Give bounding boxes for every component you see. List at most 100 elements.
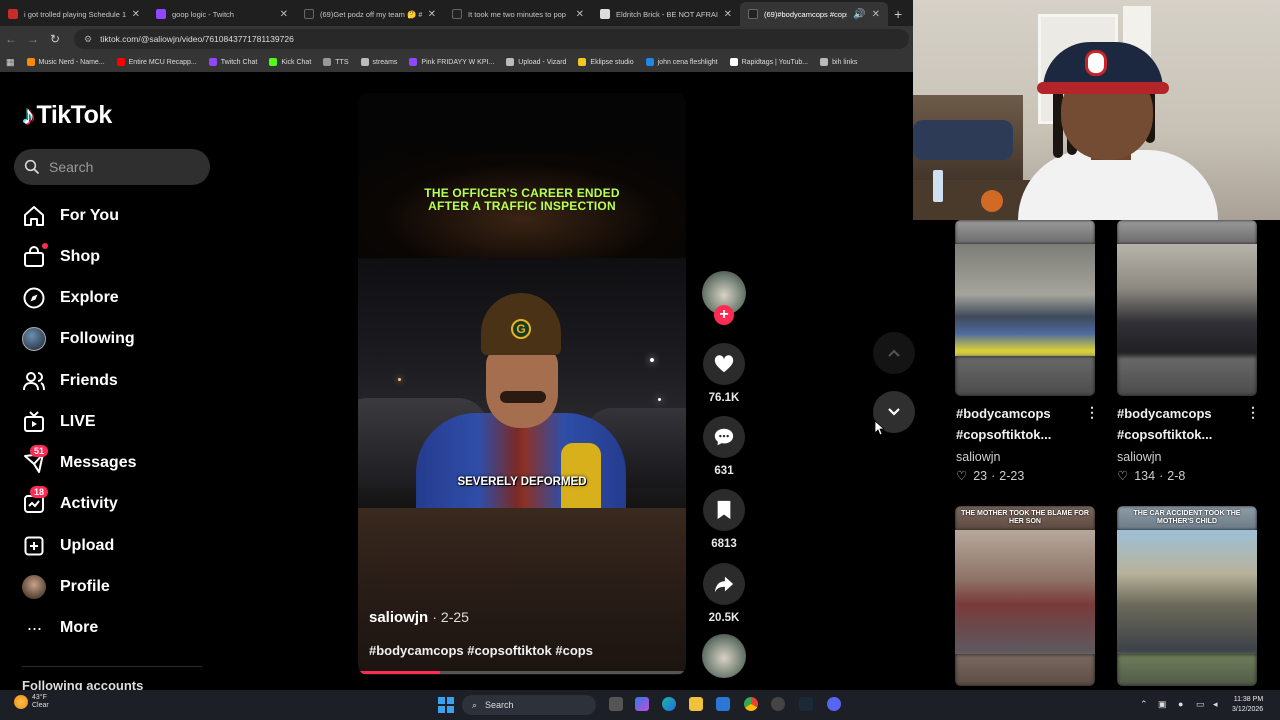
messages-badge: 51 xyxy=(30,445,49,457)
bookmark-label: Kick Chat xyxy=(281,58,312,66)
browser-tab-4[interactable]: It took me two minutes to pop ✕ xyxy=(444,2,592,26)
close-tab-icon[interactable]: ✕ xyxy=(576,9,584,20)
tab-favicon xyxy=(452,9,462,19)
bookmark[interactable]: Twitch Chat xyxy=(208,58,257,66)
more-options-icon[interactable]: ⋮ xyxy=(1085,404,1099,421)
forward-icon[interactable]: → xyxy=(22,32,44,46)
browser-tab-5[interactable]: Eldritch Brick - BE NOT AFRAID ✕ xyxy=(592,2,740,26)
recommended-video-thumbnail[interactable]: THE MOTHER TOOK THE BLAME FOR HER SON xyxy=(955,506,1095,686)
bookmark[interactable]: john cena fleshlight xyxy=(645,58,718,66)
sidebar-item-following[interactable]: Following xyxy=(22,322,212,356)
new-tab-button[interactable]: + xyxy=(888,6,908,26)
sidebar-item-more[interactable]: ··· More xyxy=(22,611,212,645)
browser-tab-1[interactable]: i got trolled playing Schedule 1 ✕ xyxy=(0,2,148,26)
thumb-caption: THE CAR ACCIDENT TOOK THE MOTHER'S CHILD xyxy=(1133,510,1241,525)
weather-sun-icon xyxy=(14,695,28,709)
bookmark[interactable]: Kick Chat xyxy=(269,58,311,66)
sidebar-item-messages[interactable]: 51 Messages xyxy=(22,445,212,480)
sidebar-item-friends[interactable]: Friends xyxy=(22,364,212,398)
task-view-icon[interactable] xyxy=(609,697,623,711)
tab-title: Eldritch Brick - BE NOT AFRAID xyxy=(616,9,718,19)
sidebar-item-explore[interactable]: Explore xyxy=(22,281,212,315)
browser-tab-active[interactable]: (69)#bodycamcops #copso 🔊 ✕ xyxy=(740,2,888,26)
share-count: 20.5K xyxy=(708,612,740,624)
close-tab-icon[interactable]: ✕ xyxy=(280,9,288,20)
browser-tab-3[interactable]: (69)Get podz off my team 🤔 #r ✕ xyxy=(296,2,444,26)
avatar xyxy=(22,575,46,599)
url-field[interactable]: ⚙ tiktok.com/@saliowjn/video/76108437717… xyxy=(74,29,909,49)
microphone-icon[interactable]: ● xyxy=(1178,699,1183,709)
browser-tab-2[interactable]: goop logic - Twitch ✕ xyxy=(148,2,296,26)
bookmark[interactable]: streams xyxy=(360,58,397,66)
volume-icon[interactable]: ◂ xyxy=(1213,699,1218,710)
bookmark-label: Music Nerd - Name... xyxy=(38,58,105,66)
share-button[interactable] xyxy=(703,563,745,605)
previous-video-button[interactable] xyxy=(873,332,915,374)
bookmark[interactable]: bih links xyxy=(820,58,857,66)
tray-chevron-icon[interactable]: ⌃ xyxy=(1140,699,1148,710)
tray-app-icon[interactable]: ▣ xyxy=(1158,699,1167,710)
bookmark[interactable]: Music Nerd - Name... xyxy=(26,58,105,66)
bookmark-icon xyxy=(717,500,731,520)
post-date: · 2-25 xyxy=(432,609,469,625)
windows-start-icon[interactable] xyxy=(438,697,454,713)
mute-tab-icon[interactable]: 🔊 xyxy=(853,9,865,20)
close-tab-icon[interactable]: ✕ xyxy=(724,9,732,20)
tiktok-logo[interactable]: ♪ TikTok xyxy=(22,100,112,131)
back-icon[interactable]: ← xyxy=(0,32,22,46)
video-hashtags[interactable]: #bodycamcops #copsoftiktok #cops xyxy=(369,643,593,658)
recommended-video-thumbnail[interactable] xyxy=(1117,220,1257,396)
recommended-video-thumbnail[interactable] xyxy=(955,220,1095,396)
apps-icon[interactable]: ▦ xyxy=(6,57,15,68)
more-options-icon[interactable]: ⋮ xyxy=(1246,404,1260,421)
like-button[interactable] xyxy=(703,343,745,385)
bookmark[interactable]: TTS xyxy=(323,58,349,66)
close-tab-icon[interactable]: ✕ xyxy=(428,9,436,20)
video-progress-bar[interactable] xyxy=(358,671,686,674)
rec-title[interactable]: #bodycamcops #copsoftiktok... xyxy=(956,403,1086,445)
file-explorer-icon[interactable] xyxy=(689,697,703,711)
author-name[interactable]: saliowjn xyxy=(369,609,428,626)
copilot-icon[interactable] xyxy=(635,697,649,711)
bookmark[interactable]: Upload - Vizard xyxy=(506,58,566,66)
bookmark[interactable]: Rapidtags | YouTub... xyxy=(729,58,808,66)
bookmark-label: bih links xyxy=(832,58,858,66)
recommended-video-thumbnail[interactable]: THE CAR ACCIDENT TOOK THE MOTHER'S CHILD xyxy=(1117,506,1257,686)
network-icon[interactable]: ▭ xyxy=(1196,699,1205,710)
close-tab-icon[interactable]: ✕ xyxy=(132,9,140,20)
weather-widget[interactable]: 43°F Clear xyxy=(14,694,49,710)
rec-author[interactable]: saliowjn xyxy=(956,450,1000,464)
start-tile xyxy=(438,706,445,713)
site-info-icon[interactable]: ⚙ xyxy=(84,34,92,45)
video-author[interactable]: saliowjn · 2-25 xyxy=(369,609,469,626)
discord-icon[interactable] xyxy=(827,697,841,711)
store-icon[interactable] xyxy=(716,697,730,711)
bookmark-favicon xyxy=(208,58,217,66)
reload-icon[interactable]: ↻ xyxy=(44,32,66,46)
bookmark[interactable]: Eklipse studio xyxy=(578,58,634,66)
chrome-icon[interactable] xyxy=(744,697,758,711)
edge-icon[interactable] xyxy=(662,697,676,711)
rec-title[interactable]: #bodycamcops #copsoftiktok... xyxy=(1117,403,1247,445)
save-button[interactable] xyxy=(703,489,745,531)
rec-author[interactable]: saliowjn xyxy=(1117,450,1161,464)
sidebar-item-activity[interactable]: 18 Activity xyxy=(22,486,212,521)
follow-plus-button[interactable]: + xyxy=(714,305,734,325)
sidebar-item-shop[interactable]: Shop xyxy=(22,240,212,274)
obs-icon[interactable] xyxy=(771,697,785,711)
taskbar-search[interactable]: ⌕ Search xyxy=(462,695,596,715)
sidebar-item-profile[interactable]: Profile xyxy=(22,570,212,604)
thumb-image xyxy=(1117,244,1257,356)
video-player[interactable]: THE OFFICER'S CAREER ENDED AFTER A TRAFF… xyxy=(358,93,686,675)
sound-avatar[interactable] xyxy=(702,634,746,678)
search-input[interactable]: Search xyxy=(14,149,210,185)
sidebar-item-live[interactable]: LIVE xyxy=(22,405,212,439)
taskbar-clock[interactable]: 11:38 PM 3/12/2026 xyxy=(1232,695,1263,715)
bookmark[interactable]: Pink FRIDAYY W KPI... xyxy=(409,58,494,66)
sidebar-item-for-you[interactable]: For You xyxy=(22,199,212,233)
sidebar-item-upload[interactable]: Upload xyxy=(22,529,212,563)
steam-icon[interactable] xyxy=(799,697,813,711)
comment-button[interactable] xyxy=(703,416,745,458)
close-tab-icon[interactable]: ✕ xyxy=(872,9,880,20)
bookmark[interactable]: Entire MCU Recapp... xyxy=(116,58,197,66)
